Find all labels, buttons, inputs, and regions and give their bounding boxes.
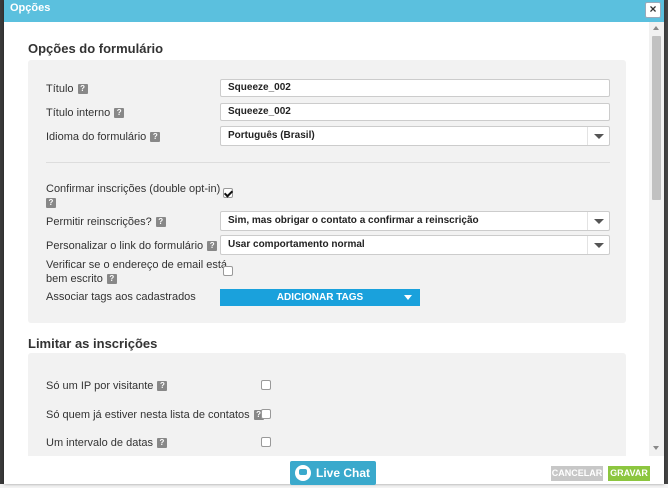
close-button[interactable]: × <box>645 2 661 18</box>
title-label: Título <box>46 83 74 95</box>
allow-resub-select[interactable]: Sim, mas obrigar o contato a confirmar a… <box>220 211 610 231</box>
in-list-checkbox[interactable] <box>261 409 271 419</box>
confirm-checkbox[interactable] <box>223 188 233 198</box>
allow-resub-label: Permitir reinscrições? <box>46 216 152 228</box>
dialog-content[interactable]: Opções do formulário Título? Squeeze_002… <box>4 22 649 456</box>
confirm-label: Confirmar inscrições (double opt-in) <box>46 183 221 195</box>
chevron-down-icon <box>594 134 604 139</box>
help-icon[interactable]: ? <box>155 217 166 228</box>
verify-email-checkbox[interactable] <box>223 266 233 276</box>
help-icon[interactable]: ? <box>157 381 168 392</box>
vertical-scrollbar[interactable] <box>649 22 664 456</box>
dialog-title: Opções <box>10 2 51 14</box>
chevron-down-icon <box>594 219 604 224</box>
scroll-up-icon[interactable] <box>653 26 659 30</box>
one-ip-label: Só um IP por visitante <box>46 380 154 392</box>
date-range-label-row: Um intervalo de datas? <box>46 436 167 450</box>
date-range-checkbox[interactable] <box>261 437 271 447</box>
language-select[interactable]: Português (Brasil) <box>220 126 610 146</box>
custom-link-select-value: Usar comportamento normal <box>228 239 365 250</box>
internal-title-input[interactable]: Squeeze_002 <box>220 103 610 121</box>
live-chat-button[interactable]: Live Chat <box>290 461 376 485</box>
help-icon[interactable]: ? <box>77 84 88 95</box>
add-tags-button[interactable]: ADICIONAR TAGS <box>220 289 420 306</box>
one-ip-checkbox[interactable] <box>261 380 271 390</box>
language-label-row: Idioma do formulário? <box>46 130 161 144</box>
help-icon[interactable]: ? <box>114 108 125 119</box>
language-label: Idioma do formulário <box>46 131 147 143</box>
scroll-down-icon[interactable] <box>653 446 659 450</box>
one-ip-label-row: Só um IP por visitante? <box>46 379 168 393</box>
help-icon[interactable]: ? <box>157 438 167 449</box>
select-caret-box <box>587 236 609 254</box>
options-dialog: Opções × Opções do formulário Título? Sq… <box>4 0 664 485</box>
help-icon[interactable]: ? <box>150 132 161 143</box>
custom-link-label-row: Personalizar o link do formulário? <box>46 239 218 253</box>
divider <box>46 162 610 163</box>
verify-email-label-line1: Verificar se o endereço de email está <box>46 259 227 271</box>
chevron-down-icon <box>594 243 604 248</box>
scrollbar-thumb[interactable] <box>652 36 661 200</box>
help-icon[interactable]: ? <box>207 241 218 252</box>
internal-title-label: Título interno <box>46 107 111 119</box>
date-range-label: Um intervalo de datas <box>46 437 153 449</box>
custom-link-label: Personalizar o link do formulário <box>46 240 204 252</box>
custom-link-select[interactable]: Usar comportamento normal <box>220 235 610 255</box>
title-label-row: Título? <box>46 82 88 96</box>
tags-label: Associar tags aos cadastrados <box>46 291 196 303</box>
allow-resub-select-value: Sim, mas obrigar o contato a confirmar a… <box>228 215 479 226</box>
help-icon[interactable]: ? <box>46 198 56 209</box>
select-caret-box <box>587 127 609 145</box>
help-icon[interactable]: ? <box>106 274 117 285</box>
add-tags-button-label: ADICIONAR TAGS <box>276 292 364 303</box>
verify-email-label-row: Verificar se o endereço de email está be… <box>46 258 227 286</box>
confirm-label-row: Confirmar inscrições (double opt-in) ? <box>46 182 220 210</box>
in-list-label: Só quem já estiver nesta lista de contat… <box>46 409 250 421</box>
verify-email-label-line2: bem escrito <box>46 273 103 285</box>
dialog-footer: Live Chat CANCELAR GRAVAR <box>4 456 664 485</box>
language-select-value: Português (Brasil) <box>228 130 315 141</box>
chevron-down-icon <box>404 295 412 300</box>
live-chat-label: Live Chat <box>316 466 371 480</box>
save-button[interactable]: GRAVAR <box>608 466 650 481</box>
select-caret-box <box>587 212 609 230</box>
section-title-limits: Limitar as inscrições <box>28 336 158 351</box>
cancel-button[interactable]: CANCELAR <box>551 466 603 481</box>
allow-resub-label-row: Permitir reinscrições?? <box>46 215 166 229</box>
chat-bubble-icon <box>295 465 311 481</box>
dialog-titlebar: Opções × <box>4 0 664 22</box>
title-input[interactable]: Squeeze_002 <box>220 79 610 97</box>
internal-title-label-row: Título interno? <box>46 106 125 120</box>
in-list-label-row: Só quem já estiver nesta lista de contat… <box>46 408 264 422</box>
section-title-form-options: Opções do formulário <box>28 41 164 56</box>
